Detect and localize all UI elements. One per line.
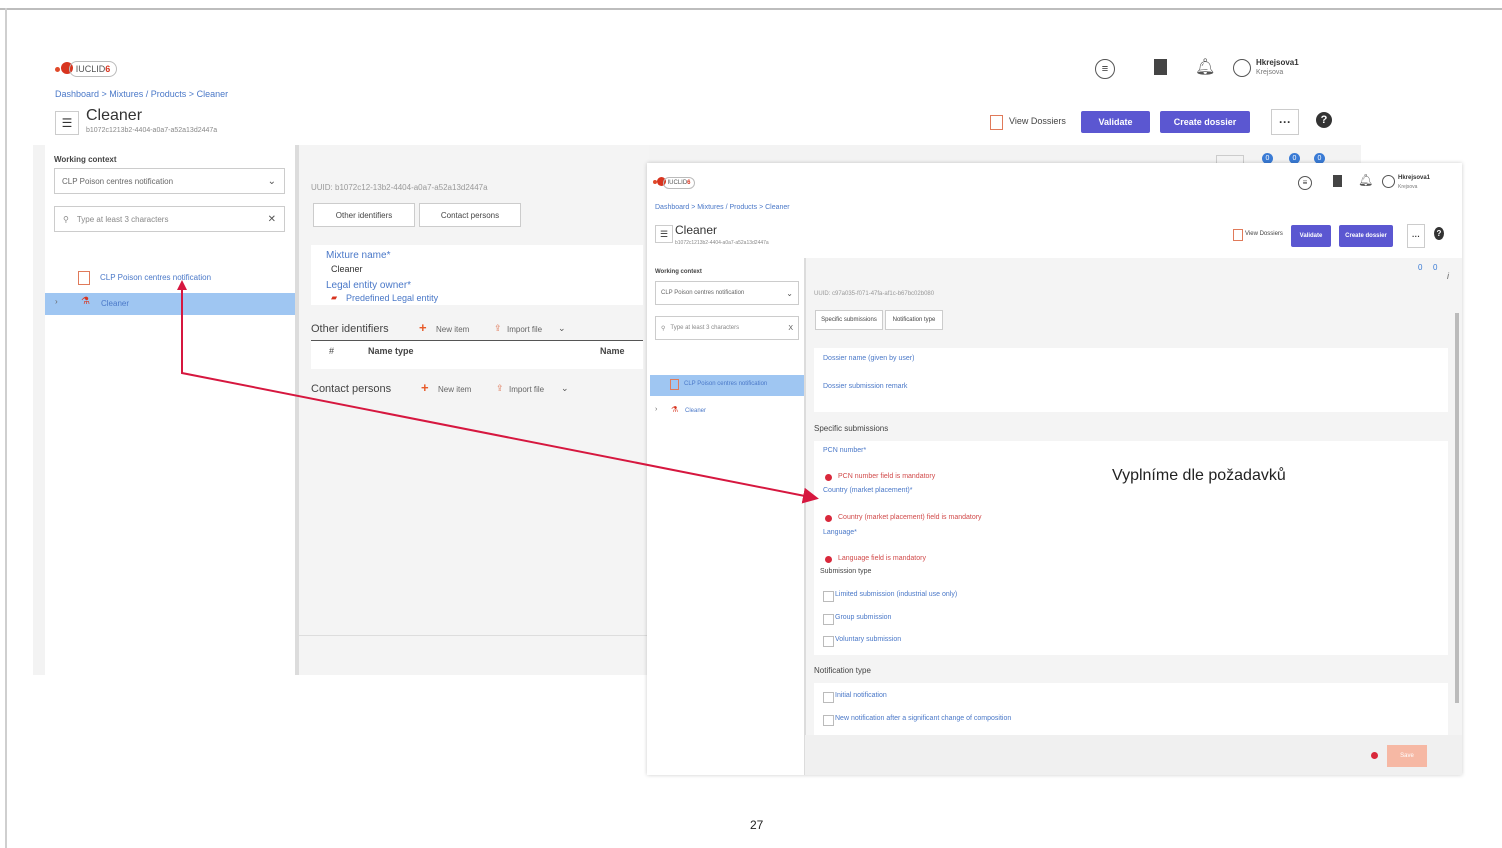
- annotation-arrow: [177, 280, 819, 504]
- arrow-line: [181, 286, 819, 504]
- arrow-head-up: [177, 280, 187, 290]
- slide-annotation-text: Vyplníme dle požadavků: [1112, 467, 1286, 484]
- page-number: 27: [750, 818, 764, 832]
